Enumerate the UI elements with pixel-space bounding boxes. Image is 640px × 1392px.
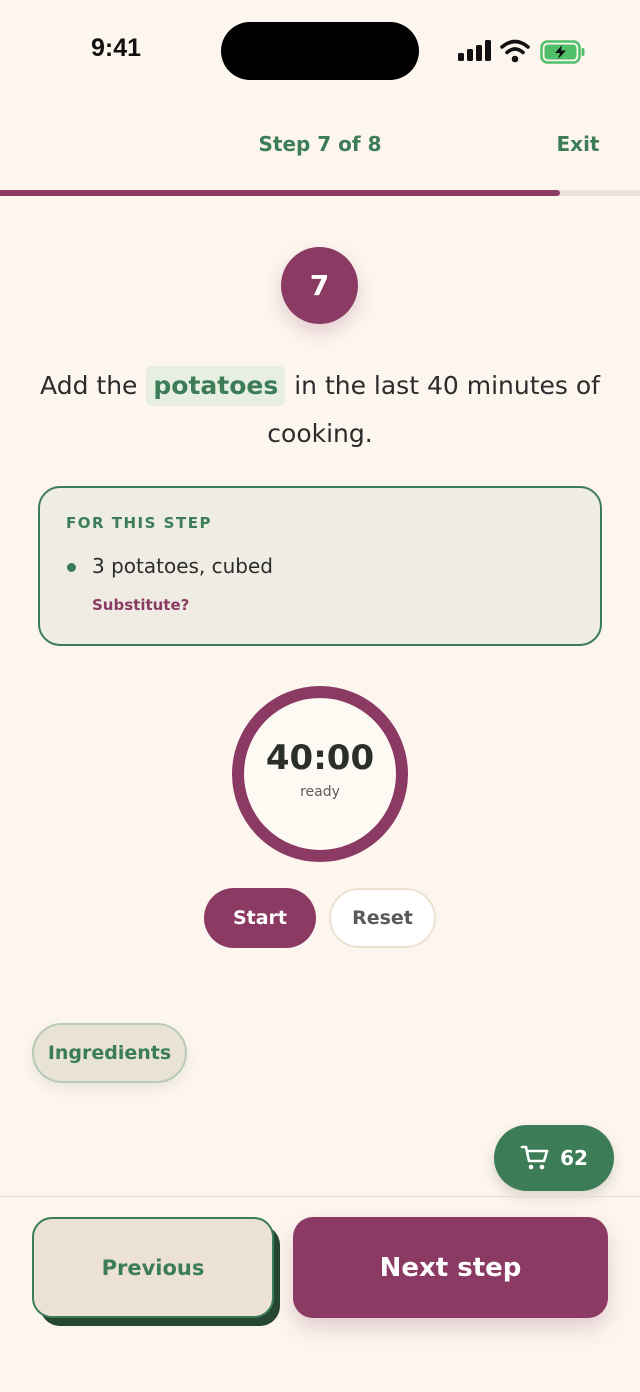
progress-bar [0,190,640,196]
dynamic-island [221,22,419,80]
step-instruction: Add the potatoes in the last 40 minutes … [40,362,600,458]
timer-display: 40:00 [265,738,375,778]
bottom-divider [0,1196,640,1197]
battery-charging-icon [540,40,585,64]
step-number-badge: 7 [281,247,358,324]
status-time: 9:41 [90,34,142,62]
substitute-link[interactable]: Substitute? [92,596,189,614]
timer-status: ready [300,784,340,800]
ingredient-highlight[interactable]: potatoes [146,366,286,406]
instruction-text-before: Add the [40,371,138,400]
status-icons [458,38,588,66]
timer-start-button[interactable]: Start [204,888,316,948]
cellular-signal-icon [458,38,492,64]
shopping-cart-button[interactable]: 62 [494,1125,614,1191]
cart-count: 62 [560,1146,588,1170]
instruction-text-after: in the last 40 minutes of cooking. [267,371,600,448]
next-step-button[interactable]: Next step [293,1217,608,1318]
ingredient-item: 3 potatoes, cubed [92,554,273,578]
exit-button[interactable]: Exit [548,132,608,156]
progress-bar-fill [0,190,560,196]
status-bar: 9:41 [0,0,640,104]
step-progress-label: Step 7 of 8 [258,132,382,156]
previous-step-button[interactable]: Previous [32,1217,274,1318]
wifi-icon [500,39,530,63]
shopping-cart-icon [520,1145,549,1170]
ingredients-button[interactable]: Ingredients [32,1023,187,1083]
step-header: Step 7 of 8 Exit [0,104,640,186]
card-heading: FOR THIS STEP [66,514,212,532]
timer-reset-button[interactable]: Reset [329,888,436,948]
step-ingredients-card: FOR THIS STEP 3 potatoes, cubed Substitu… [38,486,602,646]
bullet-icon [67,563,76,572]
